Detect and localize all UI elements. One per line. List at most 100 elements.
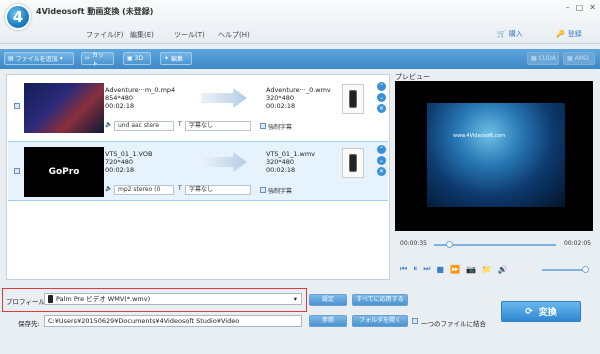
buy-link[interactable]: 🛒 購入 — [497, 29, 523, 39]
add-file-button[interactable]: ▤ ファイルを追加 ▾ — [4, 52, 74, 65]
add-file-icon: ▤ — [8, 55, 14, 62]
edit-button[interactable]: ✦ 編集 — [160, 52, 192, 65]
scissors-icon: ✂ — [85, 55, 91, 62]
profile-label: プロフィール: — [6, 298, 48, 306]
app-title: 4Videosoft 動画変換 (未登録) — [36, 7, 154, 16]
file-checkbox[interactable] — [14, 168, 20, 174]
preview-video: www.4Videosoft.com — [395, 81, 593, 231]
device-icon[interactable] — [342, 148, 364, 178]
convert-button[interactable]: ⟳ 変換 — [501, 301, 581, 322]
file-row[interactable]: Adventure···m_0.mp4 854*480 00:02:18 Adv… — [8, 78, 388, 138]
output-filename: VTS_01_1.wmv — [266, 150, 316, 158]
cuda-icon: ▦ — [531, 55, 537, 62]
source-resolution: 720*480 — [105, 158, 134, 166]
menu-tools[interactable]: ツール(T) — [174, 30, 218, 40]
phone-icon — [349, 154, 357, 172]
effects-icon: ✦ — [164, 55, 170, 62]
browse-button[interactable]: 参照 — [309, 315, 347, 327]
output-duration: 00:02:18 — [266, 102, 296, 110]
preview-watermark: www.4Videosoft.com — [453, 133, 506, 139]
chevron-down-icon: ▾ — [59, 55, 63, 62]
key-icon: 🔑 — [556, 30, 565, 38]
output-resolution: 320*480 — [266, 158, 295, 166]
convert-arrow-icon — [201, 152, 247, 172]
apply-all-button[interactable]: すべてに応用する — [352, 294, 408, 306]
open-folder-button[interactable]: フォルダを開く — [352, 315, 408, 327]
menu-help[interactable]: ヘルプ(H) — [218, 30, 262, 40]
total-time: 00:02:05 — [564, 240, 591, 247]
file-thumbnail — [24, 83, 104, 133]
move-down-icon[interactable]: ⌄ — [377, 93, 386, 102]
close-button[interactable]: ✕ — [589, 3, 596, 12]
menu-file[interactable]: ファイル(F) — [86, 30, 130, 40]
stop-icon[interactable]: ■ — [436, 265, 444, 274]
pause-icon[interactable]: ⏸ — [413, 264, 417, 274]
toolbar: ▤ ファイルを追加 ▾ ✂ カット ▣ 3D ✦ 編集 ▦ CUDA ▦ AMD — [0, 49, 600, 69]
convert-arrow-icon — [201, 88, 247, 108]
forced-subtitle-label: 強制字幕 — [268, 188, 293, 195]
volume-track[interactable] — [542, 269, 586, 271]
source-duration: 00:02:18 — [105, 102, 135, 110]
source-filename: VTS_01_1.VOB — [105, 150, 153, 158]
menu-bar: ファイル(F) 編集(E) ツール(T) ヘルプ(H) — [86, 30, 262, 40]
cuda-button[interactable]: ▦ CUDA — [527, 52, 559, 65]
remove-icon[interactable]: ✕ — [377, 104, 386, 113]
row-actions: ⌃ ⌄ ✕ — [377, 82, 386, 113]
subtitle-select[interactable]: 字幕なし — [185, 185, 251, 195]
subtitle-icon: T — [178, 121, 182, 128]
maximize-button[interactable]: □ — [576, 3, 584, 12]
volume-icon[interactable]: 🔊 — [498, 265, 508, 274]
merge-label: 一つのファイルに結合 — [421, 320, 486, 328]
timeline: 00:00:35 00:02:05 — [400, 240, 591, 250]
audio-track-select[interactable]: mp2 stereo (0 — [114, 185, 174, 195]
profile-value: Palm Pre ビデオ WMV(*.wmv) — [56, 295, 151, 303]
source-info: Adventure···m_0.mp4 854*480 00:02:18 — [105, 86, 175, 110]
register-link[interactable]: 🔑 登録 — [556, 29, 582, 39]
file-row[interactable]: GoPro VTS_01_1.VOB 720*480 00:02:18 VTS_… — [8, 141, 388, 201]
merge-checkbox[interactable] — [412, 318, 418, 324]
folder-icon[interactable]: 📁 — [482, 265, 492, 274]
snapshot-icon[interactable]: 📷 — [466, 265, 476, 274]
forced-subtitle-label: 強制字幕 — [268, 124, 293, 131]
audio-icon: 🔈 — [105, 185, 113, 192]
profile-select[interactable]: Palm Pre ビデオ WMV(*.wmv) ▾ — [44, 293, 302, 305]
menu-edit[interactable]: 編集(E) — [130, 30, 174, 40]
amd-button[interactable]: ▦ AMD — [563, 52, 595, 65]
move-up-icon[interactable]: ⌃ — [377, 82, 386, 91]
skip-back-icon[interactable]: ⏮ — [400, 264, 407, 274]
file-list: Adventure···m_0.mp4 854*480 00:02:18 Adv… — [6, 74, 390, 280]
audio-track-select[interactable]: und aac stere — [114, 121, 174, 131]
forced-subtitle-checkbox[interactable] — [260, 123, 266, 129]
row-actions: ⌃ ⌄ ✕ — [377, 145, 386, 176]
refresh-icon: ⟳ — [525, 306, 533, 317]
cart-icon: 🛒 — [497, 30, 506, 38]
amd-icon: ▦ — [567, 55, 573, 62]
move-up-icon[interactable]: ⌃ — [377, 145, 386, 154]
file-checkbox[interactable] — [14, 103, 20, 109]
move-down-icon[interactable]: ⌄ — [377, 156, 386, 165]
settings-button[interactable]: 設定 — [309, 294, 347, 306]
preview-frame — [427, 103, 565, 207]
save-path-input[interactable]: C:¥Users¥20150629¥Documents¥4Videosoft S… — [44, 315, 302, 327]
forced-subtitle-checkbox[interactable] — [260, 187, 266, 193]
audio-icon: 🔈 — [105, 121, 113, 128]
output-filename: Adventure···_0.wmv — [266, 86, 331, 94]
3d-button[interactable]: ▣ 3D — [123, 52, 151, 65]
current-time: 00:00:35 — [400, 240, 427, 247]
subtitle-icon: T — [178, 185, 182, 192]
output-info: VTS_01_1.wmv 320*480 00:02:18 — [266, 150, 315, 174]
phone-icon — [349, 90, 357, 108]
volume-handle[interactable] — [582, 266, 589, 273]
file-thumbnail: GoPro — [24, 147, 104, 197]
subtitle-select[interactable]: 字幕なし — [185, 121, 251, 131]
seek-handle[interactable] — [446, 241, 453, 248]
source-duration: 00:02:18 — [105, 166, 135, 174]
skip-forward-icon[interactable]: ⏭ — [423, 264, 430, 274]
source-resolution: 854*480 — [105, 94, 134, 102]
minimize-button[interactable]: – — [566, 3, 570, 12]
fast-forward-icon[interactable]: ⏩ — [450, 265, 460, 274]
remove-icon[interactable]: ✕ — [377, 167, 386, 176]
title-bar: 4 4Videosoft 動画変換 (未登録) – □ ✕ ファイル(F) 編集… — [0, 0, 600, 44]
cut-button[interactable]: ✂ カット — [81, 52, 114, 68]
device-icon[interactable] — [342, 84, 364, 114]
